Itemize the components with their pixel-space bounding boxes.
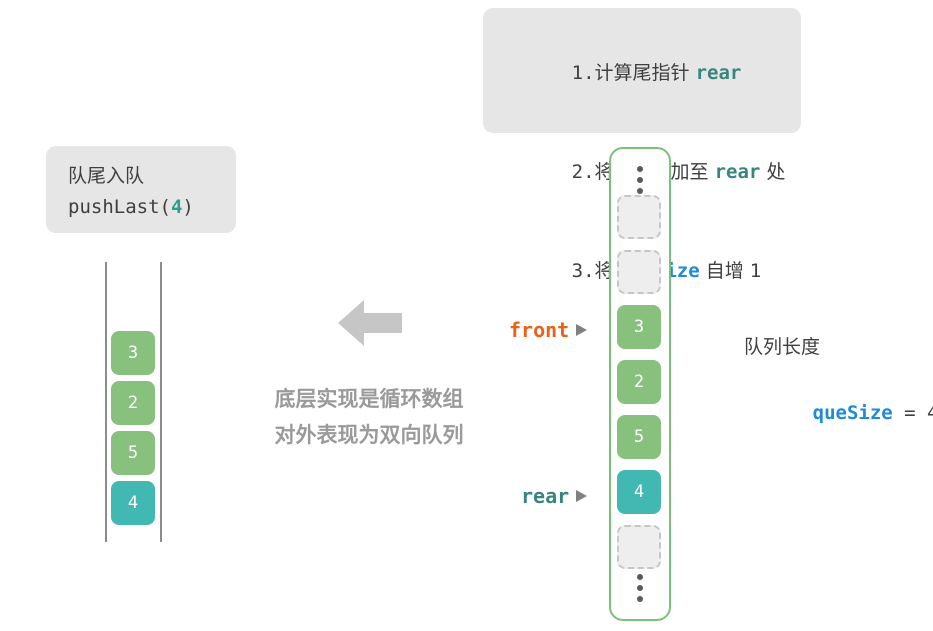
circular-array-cell-value: 2 bbox=[633, 372, 645, 392]
left-array-cell-value: 2 bbox=[127, 393, 139, 413]
circular-array-cell bbox=[617, 195, 661, 239]
step-2-keyword-rear: rear bbox=[714, 161, 761, 183]
step-2-text-b: 处 bbox=[760, 161, 786, 183]
step-3-value: 1 bbox=[749, 260, 762, 282]
operation-title: 队尾入队 bbox=[68, 165, 145, 187]
size-annotation-title: 队列长度 bbox=[744, 336, 821, 358]
left-array-cell-value: 4 bbox=[127, 493, 139, 513]
circular-array-cell-value: 4 bbox=[633, 482, 645, 502]
left-array-cell: 3 bbox=[111, 331, 155, 375]
pointer-rear-arrow-icon bbox=[576, 490, 588, 502]
caption-line-1: 底层实现是循环数组 bbox=[274, 387, 464, 411]
caption-line-2: 对外表现为双向队列 bbox=[274, 423, 464, 447]
instruction-step-1: 1.计算尾指针 rear bbox=[503, 24, 781, 123]
ellipsis-bottom-icon bbox=[637, 574, 643, 602]
size-annotation-expression: queSize = 4 bbox=[744, 362, 933, 464]
left-array-cell-value: 3 bbox=[127, 343, 139, 363]
step-1-text: 计算尾指针 bbox=[594, 62, 696, 84]
step-2-index: 2. bbox=[571, 161, 595, 183]
center-caption: 底层实现是循环数组 对外表现为双向队列 bbox=[233, 381, 505, 453]
left-array-cell: 4 bbox=[111, 481, 155, 525]
left-array-rail-start bbox=[105, 262, 107, 542]
circular-array-cell: 4 bbox=[617, 470, 661, 514]
step-3-index: 3. bbox=[571, 260, 595, 282]
circular-array-cell: 3 bbox=[617, 305, 661, 349]
circular-array-cell-value: 5 bbox=[633, 427, 645, 447]
step-3-text-b: 自增 bbox=[699, 260, 750, 282]
diagram-canvas: 1.计算尾指针 rear 2.将元素添加至 rear 处 3.将 queSize… bbox=[0, 0, 933, 631]
left-array-rail-end bbox=[160, 262, 162, 542]
size-annotation: 队列长度 queSize = 4 bbox=[744, 332, 933, 464]
circular-array-cell bbox=[617, 525, 661, 569]
size-annotation-var: queSize bbox=[812, 402, 893, 424]
left-arrow-icon bbox=[338, 300, 402, 346]
pointer-rear-label: rear bbox=[521, 484, 570, 508]
left-array-cell-value: 5 bbox=[127, 443, 139, 463]
pointer-front: front bbox=[509, 318, 588, 342]
circular-array-cell bbox=[617, 250, 661, 294]
instruction-panel: 1.计算尾指针 rear 2.将元素添加至 rear 处 3.将 queSize… bbox=[483, 8, 801, 282]
operation-panel: 队尾入队 pushLast(4) bbox=[46, 146, 236, 233]
step-1-index: 1. bbox=[571, 62, 595, 84]
size-annotation-equals: = bbox=[892, 402, 928, 424]
pointer-front-arrow-icon bbox=[576, 324, 588, 336]
pointer-front-label: front bbox=[509, 318, 570, 342]
ellipsis-top-icon bbox=[637, 166, 643, 194]
circular-array-cell: 5 bbox=[617, 415, 661, 459]
operation-call-prefix: pushLast( bbox=[68, 196, 171, 218]
circular-array-cell: 2 bbox=[617, 360, 661, 404]
step-1-keyword-rear: rear bbox=[695, 62, 742, 84]
left-array-cell: 5 bbox=[111, 431, 155, 475]
operation-signature: pushLast(4) bbox=[68, 191, 236, 223]
left-array-cell: 2 bbox=[111, 381, 155, 425]
operation-call-value: 4 bbox=[170, 196, 183, 218]
operation-call-suffix: ) bbox=[182, 196, 194, 218]
pointer-rear: rear bbox=[521, 484, 588, 508]
circular-array-cell-value: 3 bbox=[633, 317, 645, 337]
size-annotation-value: 4 bbox=[927, 402, 933, 424]
